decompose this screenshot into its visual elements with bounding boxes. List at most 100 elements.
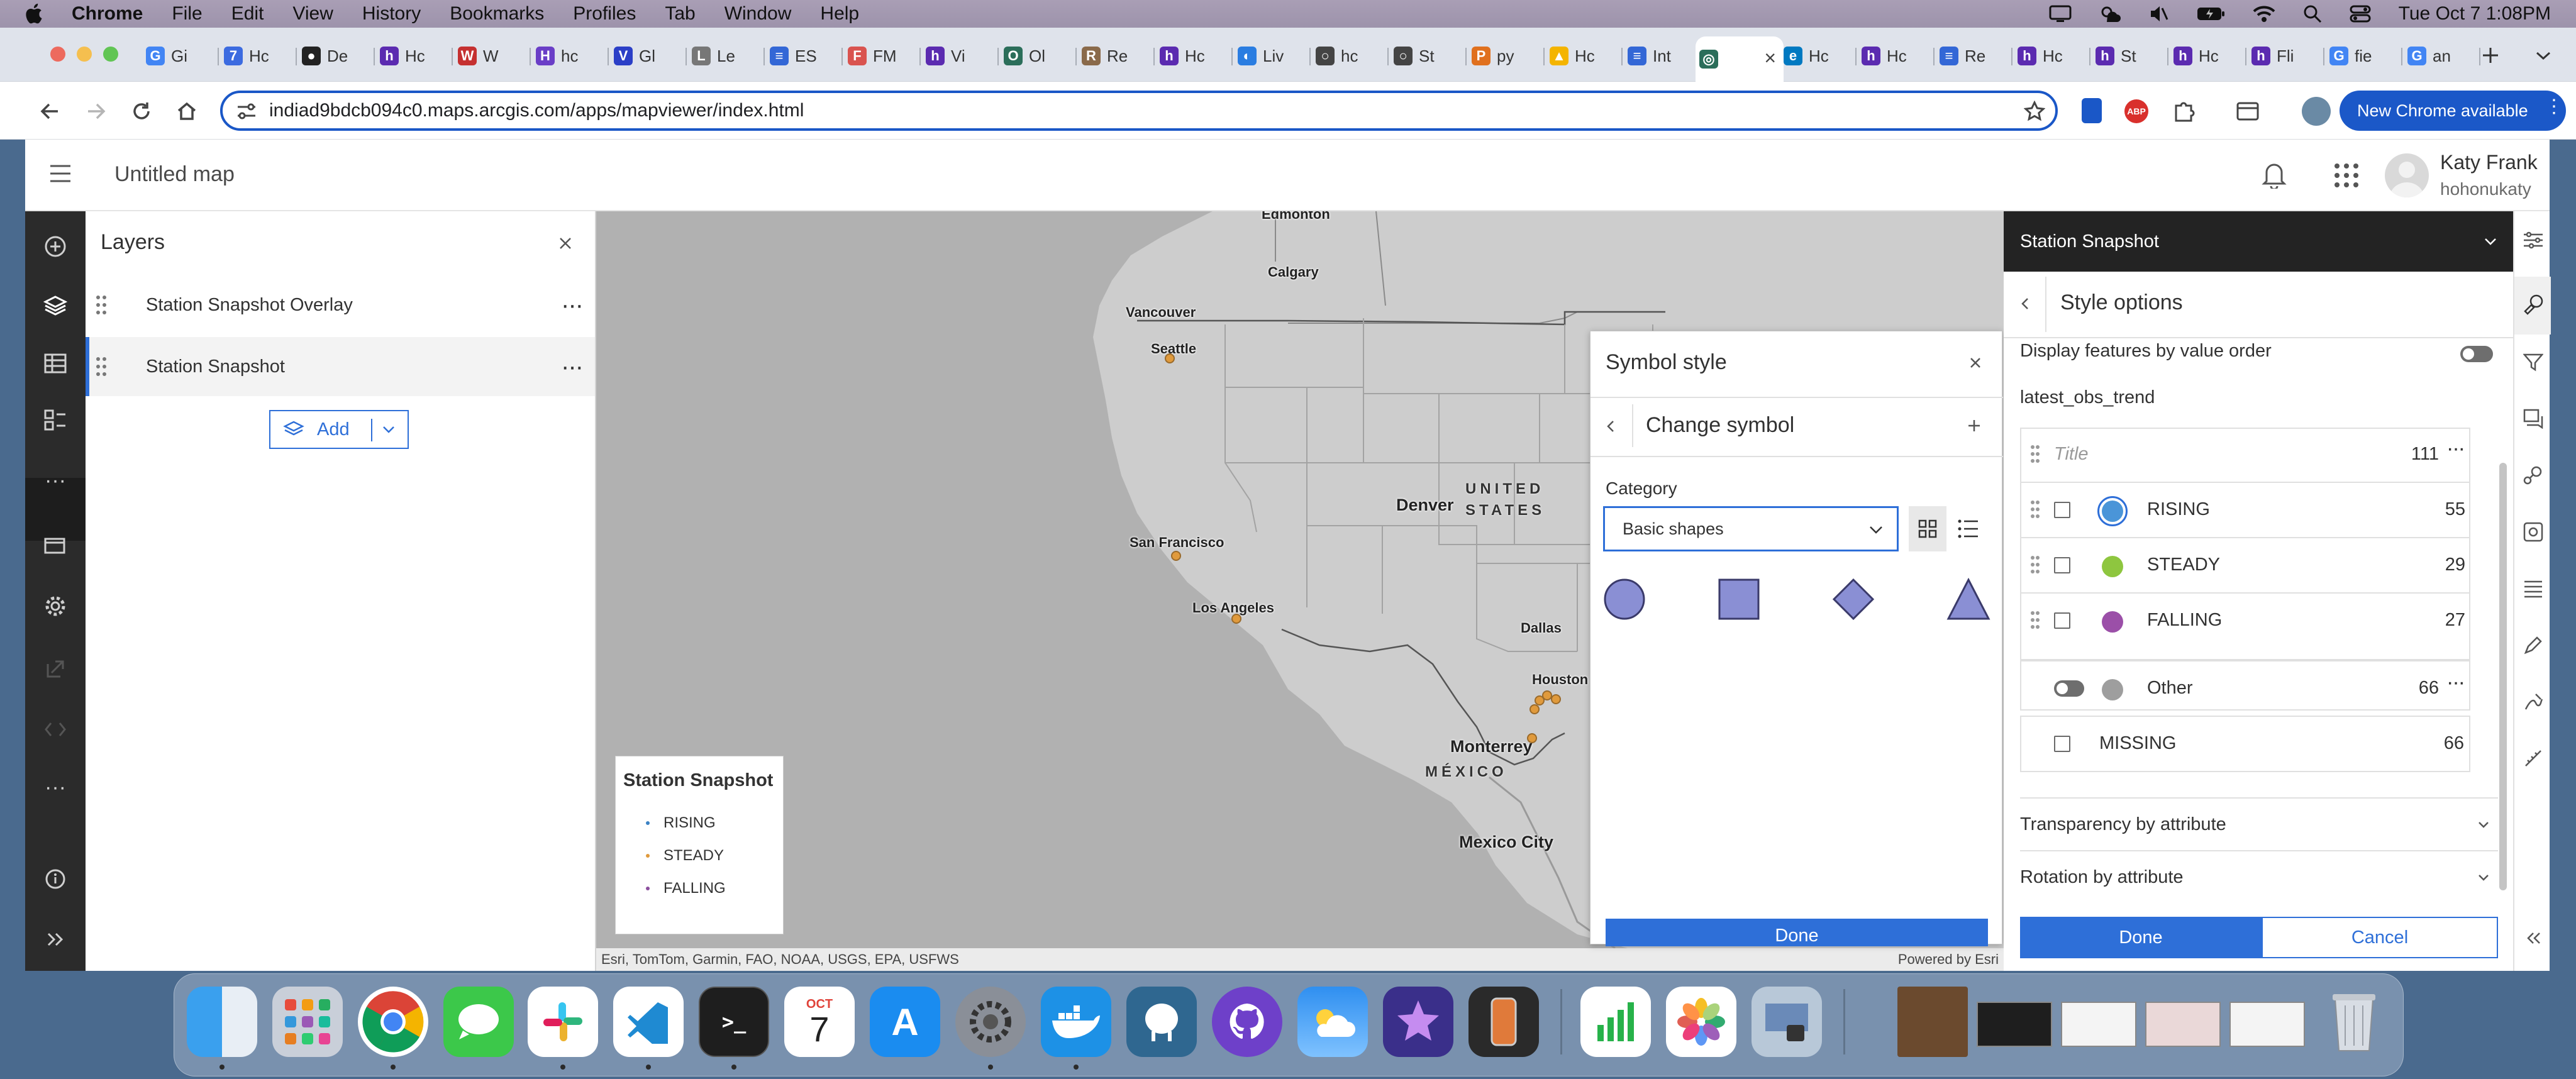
trash-icon[interactable]: [2319, 987, 2389, 1057]
category-select[interactable]: Basic shapes: [1603, 506, 1899, 551]
browser-tab[interactable]: ▲ Hc: [1546, 39, 1621, 73]
drag-handle-icon[interactable]: [2030, 499, 2040, 519]
settings-gear-icon[interactable]: [40, 591, 70, 621]
weather-icon[interactable]: [2099, 4, 2121, 23]
user-avatar[interactable]: [2385, 153, 2429, 197]
browser-tab[interactable]: ≡ Re: [1936, 39, 2011, 73]
category-symbol[interactable]: [2097, 496, 2128, 526]
apple-icon[interactable]: [25, 3, 45, 25]
category-row-missing[interactable]: MISSING 66: [2020, 717, 2470, 772]
display-order-toggle[interactable]: [2460, 346, 2493, 362]
triangle-shape-icon[interactable]: [1946, 578, 1990, 621]
category-checkbox[interactable]: [2054, 736, 2070, 752]
browser-tab[interactable]: G Gi: [142, 39, 218, 73]
title-placeholder[interactable]: Title: [2054, 444, 2089, 465]
wifi-icon[interactable]: [2253, 5, 2275, 23]
recent-document-thumbnail[interactable]: [1897, 987, 1968, 1057]
category-row-falling[interactable]: FALLING 27: [2020, 594, 2470, 649]
menu-edit[interactable]: Edit: [231, 3, 264, 25]
expand-panel-icon[interactable]: [40, 924, 70, 954]
browser-tab[interactable]: h Hc: [2170, 39, 2245, 73]
attribution-text[interactable]: Esri, TomTom, Garmin, FAO, NOAA, USGS, E…: [601, 951, 959, 968]
list-view-icon[interactable]: [1958, 519, 1979, 539]
browser-tab[interactable]: R Re: [1078, 39, 1153, 73]
chrome-icon[interactable]: [358, 987, 428, 1057]
browser-tab[interactable]: O Ol: [1000, 39, 1075, 73]
finder-icon[interactable]: [187, 987, 257, 1057]
photos-icon[interactable]: [1666, 987, 1736, 1057]
back-icon[interactable]: [39, 101, 60, 122]
menu-help[interactable]: Help: [820, 3, 859, 25]
labels-icon[interactable]: [2521, 519, 2546, 545]
browser-tab[interactable]: e Hc: [1780, 39, 1855, 73]
info-icon[interactable]: [40, 864, 70, 894]
layer-item-selected[interactable]: Station Snapshot ···: [86, 337, 595, 396]
site-info-icon[interactable]: [236, 102, 257, 121]
minimized-window-thumbnail[interactable]: [1977, 1002, 2052, 1047]
category-symbol[interactable]: [2102, 556, 2123, 577]
powered-by-esri[interactable]: Powered by Esri: [1898, 951, 1999, 968]
popups-icon[interactable]: [2521, 406, 2546, 431]
extension-1password-icon[interactable]: [2082, 98, 2102, 123]
add-layer-icon[interactable]: [40, 231, 70, 262]
iphone-mirroring-icon[interactable]: [1468, 987, 1539, 1057]
category-row-other[interactable]: Other 66 ···: [2020, 661, 2470, 717]
browser-tab[interactable]: h Hc: [1156, 39, 1231, 73]
window-minimize-button[interactable]: [77, 47, 92, 62]
circle-shape-icon[interactable]: [1603, 578, 1646, 621]
window-zoom-button[interactable]: [103, 47, 118, 62]
browser-tab[interactable]: F FM: [844, 39, 919, 73]
drag-handle-icon[interactable]: [2030, 444, 2040, 464]
back-chevron-icon[interactable]: [1606, 419, 1616, 433]
category-row-steady[interactable]: STEADY 29: [2020, 538, 2470, 594]
display-icon[interactable]: [2049, 5, 2072, 23]
extensions-puzzle-icon[interactable]: [2172, 99, 2195, 122]
panel-layer-title[interactable]: Station Snapshot: [2004, 211, 2513, 272]
station-point[interactable]: [1551, 694, 1561, 704]
vscode-icon[interactable]: [613, 987, 684, 1057]
window-close-button[interactable]: [50, 47, 65, 62]
app-launcher-icon[interactable]: [2333, 162, 2360, 189]
browser-tab[interactable]: h Hc: [376, 39, 452, 73]
github-desktop-icon[interactable]: [1212, 987, 1282, 1057]
add-icon[interactable]: [1967, 418, 1982, 433]
station-point[interactable]: [1171, 551, 1181, 561]
add-layer-button[interactable]: Add: [269, 410, 409, 449]
map-title[interactable]: Untitled map: [114, 162, 235, 187]
hamburger-menu-icon[interactable]: [49, 163, 72, 184]
drag-handle-icon[interactable]: [96, 294, 107, 316]
browser-tab[interactable]: h Fli: [2248, 39, 2323, 73]
tab-groups-icon[interactable]: [2236, 101, 2262, 122]
station-point[interactable]: [1530, 704, 1540, 714]
browser-tab[interactable]: Gan: [2404, 39, 2479, 73]
chevron-down-icon[interactable]: [2484, 238, 2497, 245]
forward-icon[interactable]: [86, 101, 107, 122]
station-point[interactable]: [1527, 733, 1537, 743]
styles-icon[interactable]: [2521, 292, 2546, 317]
layer-item[interactable]: Station Snapshot Overlay ···: [86, 275, 595, 335]
category-symbol[interactable]: [2102, 611, 2123, 633]
category-checkbox[interactable]: [2054, 557, 2070, 573]
filter-icon[interactable]: [2521, 350, 2546, 375]
slack-icon[interactable]: [528, 987, 598, 1057]
home-icon[interactable]: [176, 101, 197, 122]
address-url[interactable]: indiad9bdcb094c0.maps.arcgis.com/apps/ma…: [269, 100, 804, 121]
drag-handle-icon[interactable]: [96, 356, 107, 377]
address-bar[interactable]: indiad9bdcb094c0.maps.arcgis.com/apps/ma…: [220, 91, 2058, 131]
tab-close-icon[interactable]: ×: [1764, 47, 1776, 70]
profile-avatar-icon[interactable]: [2302, 97, 2331, 126]
cancel-button[interactable]: Cancel: [2262, 917, 2498, 958]
minimized-window-thumbnail[interactable]: [2145, 1002, 2221, 1047]
chevron-down-icon[interactable]: [382, 425, 395, 434]
diamond-shape-icon[interactable]: [1832, 578, 1875, 621]
messages-icon[interactable]: [443, 987, 514, 1057]
category-checkbox[interactable]: [2054, 612, 2070, 629]
browser-tab[interactable]: Hhc: [532, 39, 608, 73]
table-icon[interactable]: [40, 348, 70, 379]
fields-icon[interactable]: [2521, 576, 2546, 601]
browser-tab[interactable]: Ppy: [1468, 39, 1543, 73]
more-actions-icon[interactable]: ···: [40, 772, 70, 802]
map-properties-icon[interactable]: [40, 531, 70, 561]
minimized-window-thumbnail[interactable]: [2229, 1002, 2305, 1047]
browser-tab[interactable]: Gfie: [2326, 39, 2401, 73]
